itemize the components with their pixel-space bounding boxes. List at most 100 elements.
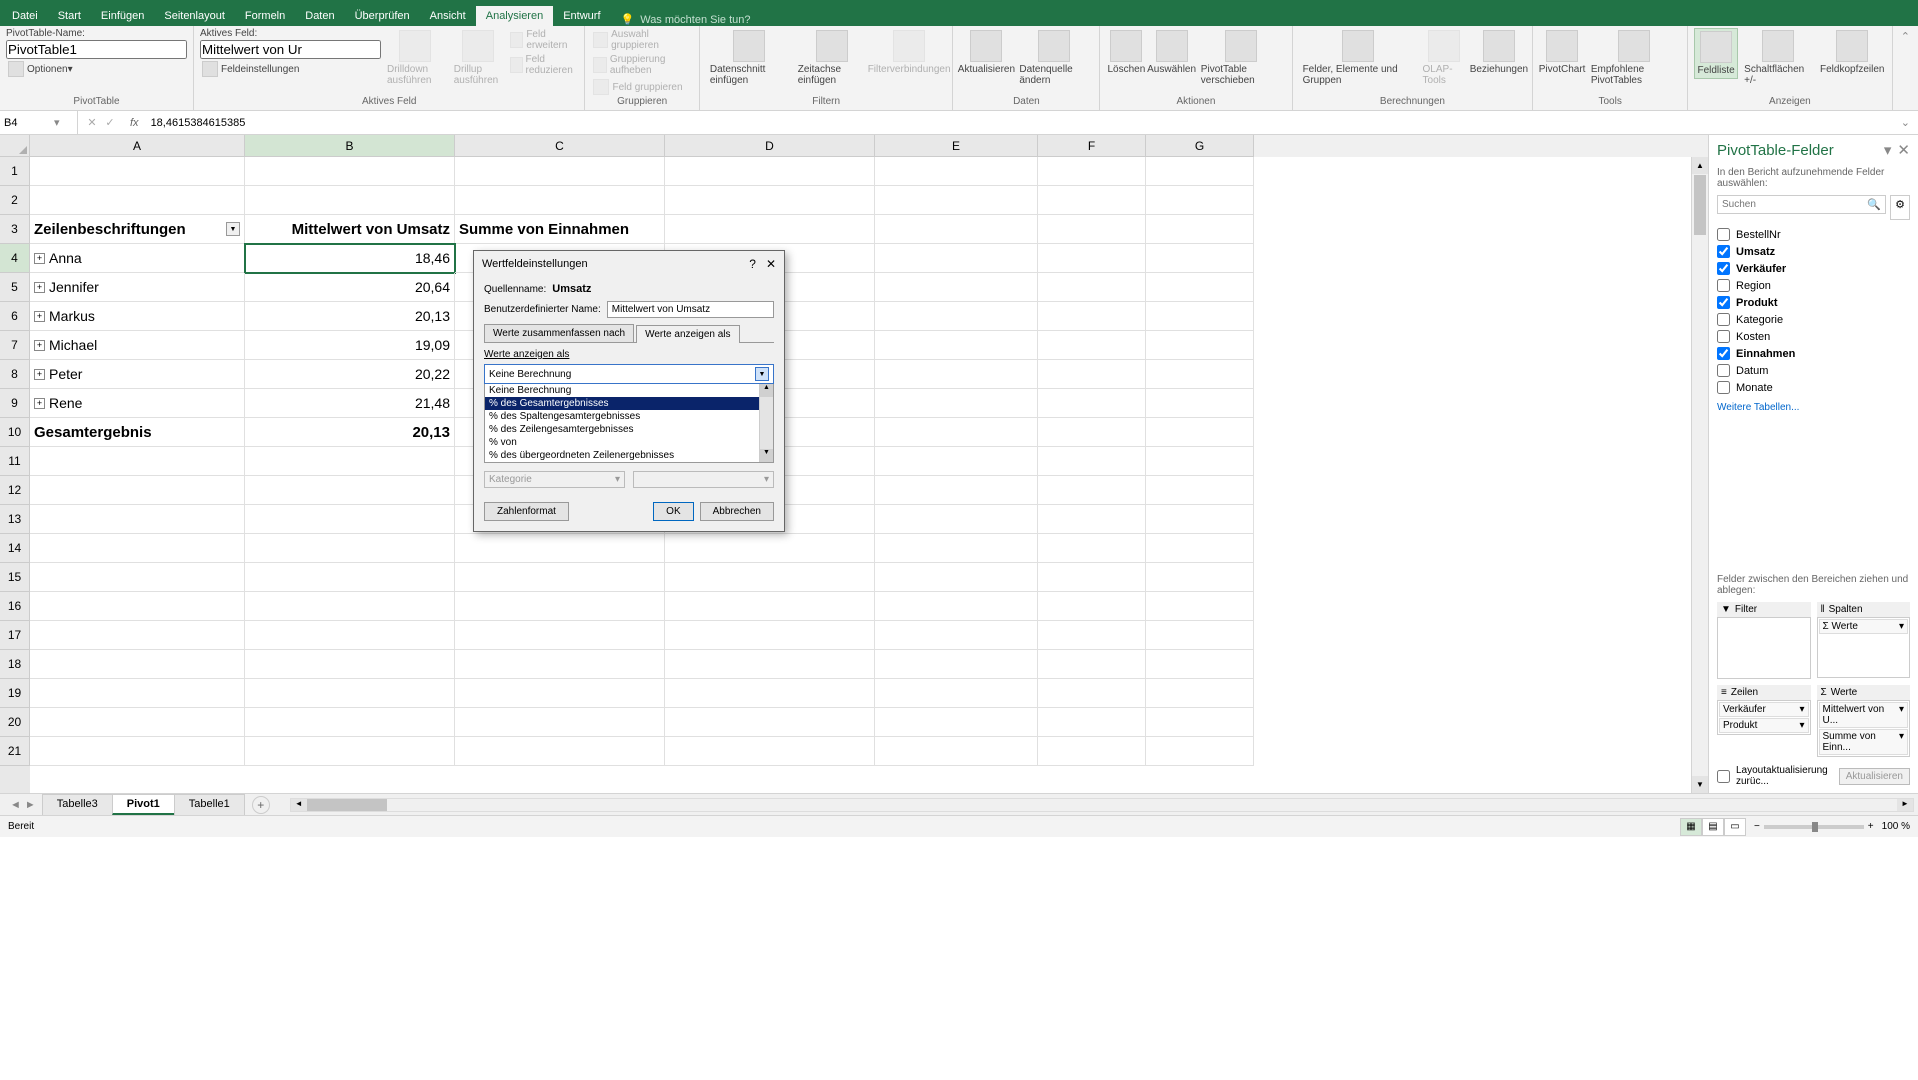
view-normal-button[interactable]: ▦ (1680, 818, 1702, 836)
cell[interactable] (665, 621, 875, 650)
field-checkbox[interactable] (1717, 245, 1730, 258)
cell[interactable] (1146, 534, 1254, 563)
column-header[interactable]: A (30, 135, 245, 157)
pivotchart-button[interactable]: PivotChart (1539, 28, 1585, 77)
cell[interactable] (1038, 447, 1146, 476)
tab-formeln[interactable]: Formeln (235, 6, 295, 26)
close-pane-icon[interactable]: ✕ (1897, 141, 1910, 159)
field-checkbox[interactable] (1717, 228, 1730, 241)
fieldlist-search-input[interactable] (1722, 198, 1867, 211)
cell[interactable] (245, 563, 455, 592)
cell[interactable] (455, 157, 665, 186)
cell[interactable] (30, 737, 245, 766)
cell[interactable] (1038, 360, 1146, 389)
cell[interactable] (1038, 244, 1146, 273)
cell[interactable] (875, 650, 1038, 679)
cell[interactable] (30, 505, 245, 534)
cell[interactable]: +Jennifer (30, 273, 245, 302)
cell[interactable] (30, 650, 245, 679)
cell[interactable] (665, 592, 875, 621)
cell[interactable] (30, 563, 245, 592)
cell[interactable] (1038, 621, 1146, 650)
select-all-corner[interactable] (0, 135, 30, 157)
cell[interactable] (1146, 476, 1254, 505)
cell[interactable]: Summe von Einnahmen (455, 215, 665, 244)
hscroll-left-icon[interactable]: ◄ (291, 799, 307, 811)
cell[interactable] (245, 534, 455, 563)
cell[interactable] (875, 737, 1038, 766)
cell[interactable] (1146, 389, 1254, 418)
cell[interactable] (245, 708, 455, 737)
column-header[interactable]: E (875, 135, 1038, 157)
cell[interactable] (1038, 650, 1146, 679)
number-format-button[interactable]: Zahlenformat (484, 502, 569, 521)
cell[interactable] (1038, 418, 1146, 447)
cell[interactable] (1146, 215, 1254, 244)
row-header[interactable]: 3 (0, 215, 30, 244)
cell[interactable] (875, 621, 1038, 650)
area-item[interactable]: Mittelwert von U...▾ (1819, 702, 1909, 728)
cell[interactable] (1146, 302, 1254, 331)
cell[interactable] (455, 186, 665, 215)
list-option[interactable]: % des übergeordneten Zeilenergebnisses (485, 449, 773, 462)
list-option[interactable]: Keine Berechnung (485, 384, 773, 397)
cell[interactable] (1146, 563, 1254, 592)
cell[interactable] (875, 418, 1038, 447)
cell[interactable] (1146, 418, 1254, 447)
field-item[interactable]: Kategorie (1717, 311, 1910, 328)
cell[interactable]: 20,13 (245, 302, 455, 331)
recommended-button[interactable]: Empfohlene PivotTables (1587, 28, 1681, 88)
row-header[interactable]: 6 (0, 302, 30, 331)
cell[interactable] (875, 679, 1038, 708)
cell[interactable] (1038, 302, 1146, 331)
list-scroll-up-icon[interactable]: ▲ (760, 384, 773, 397)
search-icon[interactable]: 🔍 (1867, 198, 1881, 211)
pivottable-name-input[interactable] (6, 40, 187, 59)
column-header[interactable]: F (1038, 135, 1146, 157)
cell[interactable] (245, 679, 455, 708)
list-option[interactable]: % des Gesamtergebnisses (485, 397, 773, 410)
cell[interactable] (875, 186, 1038, 215)
ok-button[interactable]: OK (653, 502, 693, 521)
cell[interactable] (30, 621, 245, 650)
row-header[interactable]: 11 (0, 447, 30, 476)
tab-analysieren[interactable]: Analysieren (476, 6, 553, 26)
cell[interactable] (875, 331, 1038, 360)
cell[interactable] (245, 186, 455, 215)
cell[interactable]: +Peter (30, 360, 245, 389)
cell[interactable] (875, 157, 1038, 186)
field-checkbox[interactable] (1717, 279, 1730, 292)
cell[interactable]: Zeilenbeschriftungen▼ (30, 215, 245, 244)
cell[interactable] (1038, 273, 1146, 302)
cell[interactable]: Gesamtergebnis (30, 418, 245, 447)
move-button[interactable]: PivotTable verschieben (1197, 28, 1286, 88)
cell[interactable]: 20,64 (245, 273, 455, 302)
cell[interactable] (875, 447, 1038, 476)
filter-icon[interactable]: ▼ (226, 222, 240, 236)
area-item[interactable]: Produkt▾ (1719, 718, 1809, 733)
scroll-down-icon[interactable]: ▼ (1692, 776, 1708, 793)
cell[interactable] (30, 157, 245, 186)
list-option[interactable]: % von (485, 436, 773, 449)
cell[interactable] (245, 650, 455, 679)
area-item[interactable]: Summe von Einn...▾ (1819, 729, 1909, 755)
zoom-in-icon[interactable]: + (1868, 821, 1874, 832)
cell[interactable] (875, 360, 1038, 389)
field-checkbox[interactable] (1717, 381, 1730, 394)
row-header[interactable]: 7 (0, 331, 30, 360)
cell[interactable] (245, 737, 455, 766)
cell[interactable] (665, 215, 875, 244)
cell[interactable]: 19,09 (245, 331, 455, 360)
cell[interactable] (1146, 592, 1254, 621)
cell[interactable]: Mittelwert von Umsatz (245, 215, 455, 244)
cell[interactable] (30, 592, 245, 621)
cell[interactable] (30, 186, 245, 215)
row-header[interactable]: 1 (0, 157, 30, 186)
cell[interactable] (245, 476, 455, 505)
column-header[interactable]: B (245, 135, 455, 157)
cell[interactable] (245, 505, 455, 534)
clear-button[interactable]: Löschen (1106, 28, 1146, 77)
row-header[interactable]: 4 (0, 244, 30, 273)
formula-input[interactable] (145, 117, 1893, 129)
scroll-up-icon[interactable]: ▲ (1692, 157, 1708, 174)
